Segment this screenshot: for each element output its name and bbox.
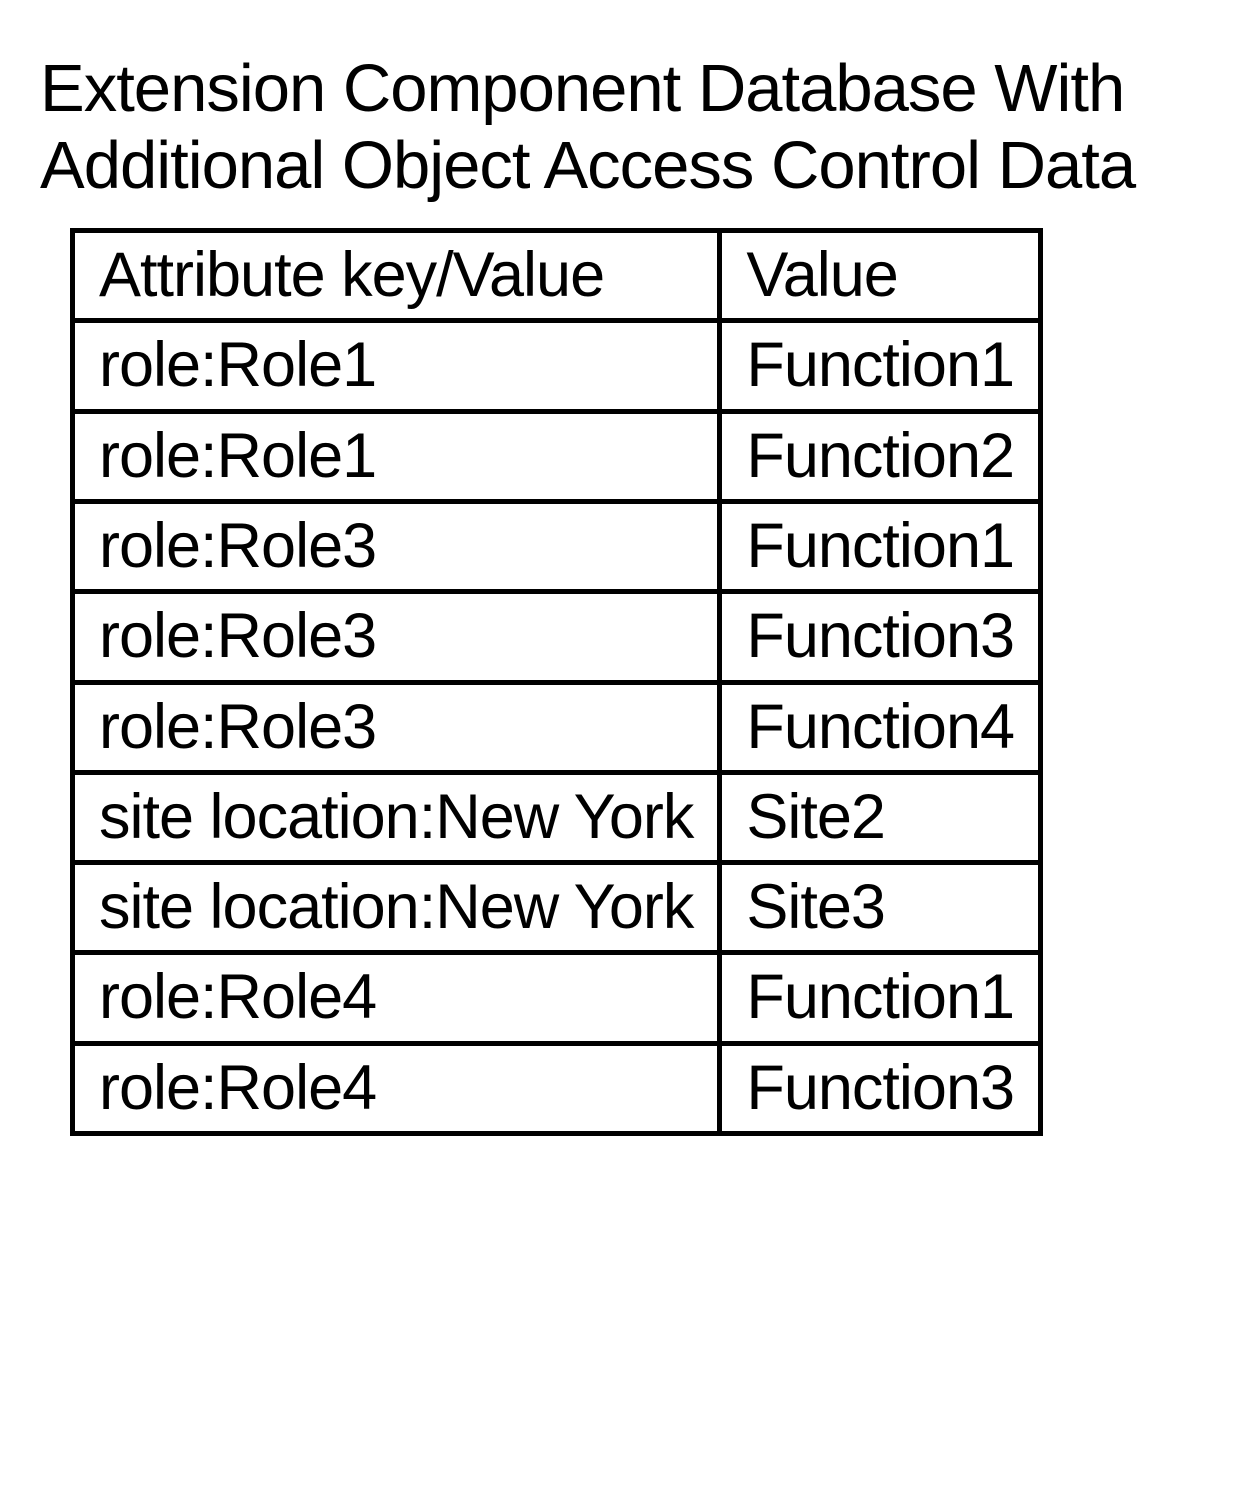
cell-value: Function1 [720, 321, 1041, 411]
title-line-1: Extension Component Database With [40, 51, 1124, 126]
cell-attribute-key: role:Role4 [73, 1043, 720, 1133]
cell-value: Function3 [720, 592, 1041, 682]
cell-attribute-key: role:Role3 [73, 592, 720, 682]
cell-value: Function4 [720, 682, 1041, 772]
cell-attribute-key: role:Role3 [73, 501, 720, 591]
cell-value: Site2 [720, 772, 1041, 862]
table-header-attribute-key: Attribute key/Value [73, 231, 720, 321]
table-row: role:Role4 Function1 [73, 953, 1041, 1043]
page-title: Extension Component Database With Additi… [40, 50, 1214, 204]
cell-attribute-key: site location:New York [73, 863, 720, 953]
cell-attribute-key: role:Role1 [73, 411, 720, 501]
table-row: site location:New York Site3 [73, 863, 1041, 953]
cell-attribute-key: role:Role3 [73, 682, 720, 772]
access-control-table: Attribute key/Value Value role:Role1 Fun… [70, 228, 1043, 1136]
cell-value: Function3 [720, 1043, 1041, 1133]
cell-value: Function1 [720, 501, 1041, 591]
table-row: role:Role1 Function2 [73, 411, 1041, 501]
table-row: role:Role4 Function3 [73, 1043, 1041, 1133]
table-row: role:Role3 Function3 [73, 592, 1041, 682]
cell-attribute-key: role:Role1 [73, 321, 720, 411]
table-row: role:Role3 Function1 [73, 501, 1041, 591]
table-row: role:Role1 Function1 [73, 321, 1041, 411]
title-line-2: Additional Object Access Control Data [40, 128, 1135, 203]
table-header-value: Value [720, 231, 1041, 321]
table-row: role:Role3 Function4 [73, 682, 1041, 772]
table-row: site location:New York Site2 [73, 772, 1041, 862]
cell-value: Function1 [720, 953, 1041, 1043]
cell-attribute-key: role:Role4 [73, 953, 720, 1043]
table-header-row: Attribute key/Value Value [73, 231, 1041, 321]
cell-attribute-key: site location:New York [73, 772, 720, 862]
cell-value: Site3 [720, 863, 1041, 953]
cell-value: Function2 [720, 411, 1041, 501]
